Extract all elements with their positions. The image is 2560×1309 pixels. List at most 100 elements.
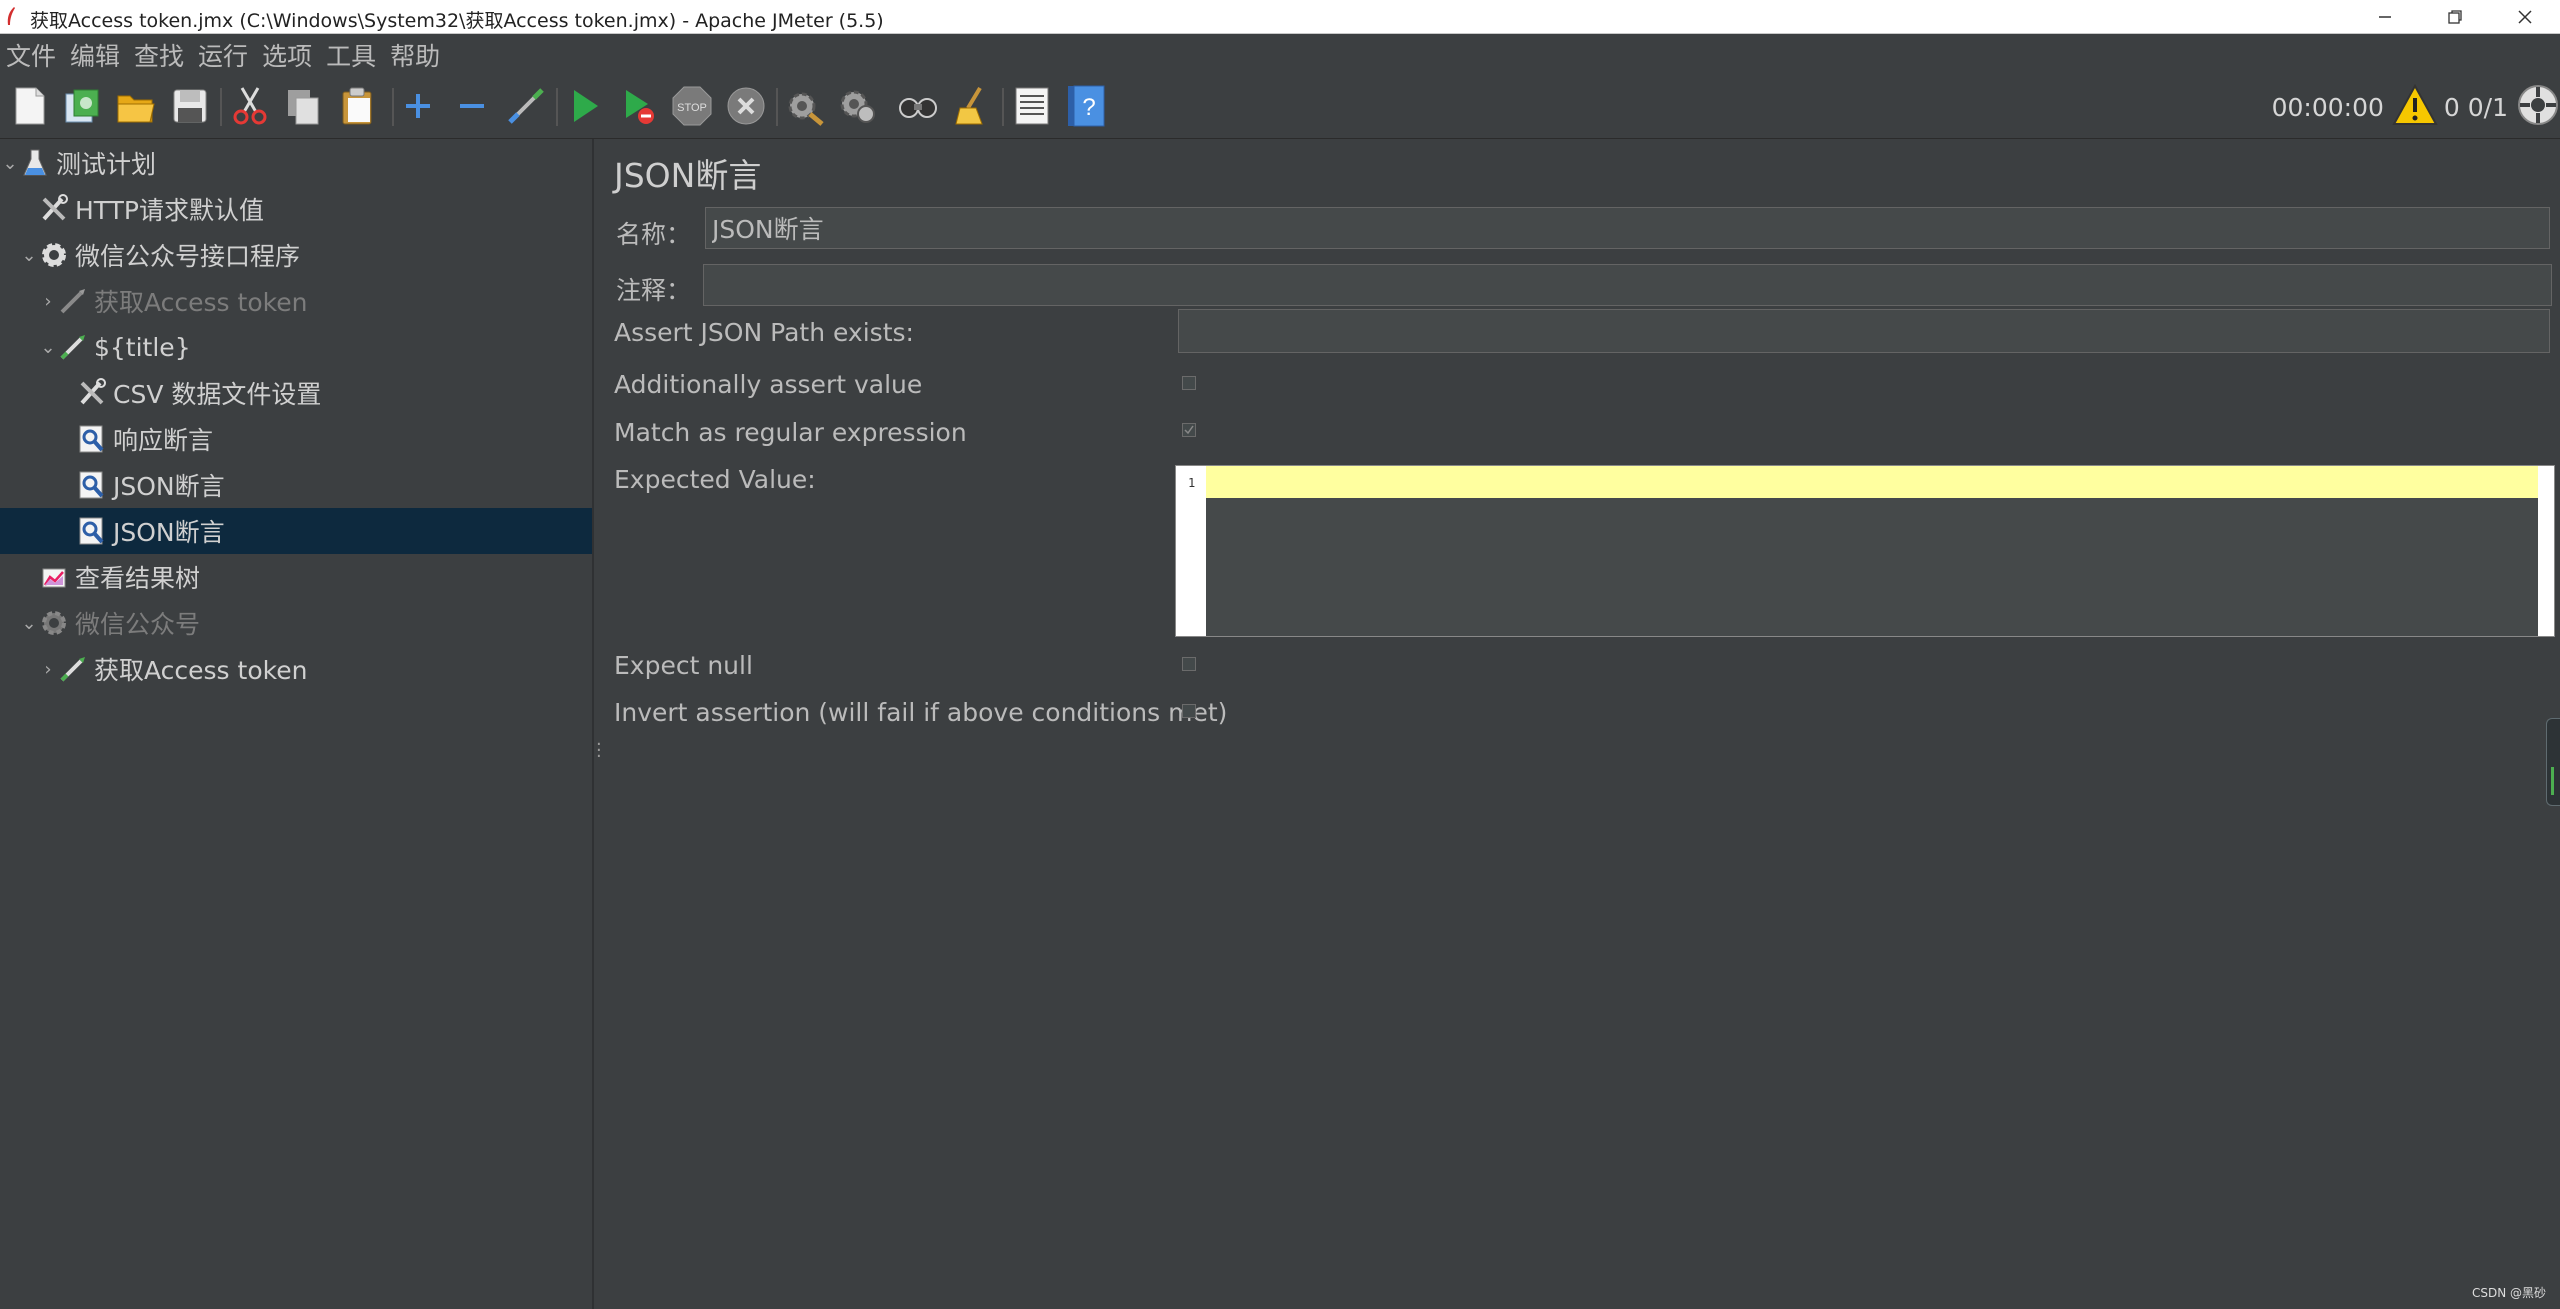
tree-node-label: 响应断言 <box>113 426 214 455</box>
svg-text:?: ? <box>1082 94 1095 121</box>
help-button[interactable]: ? <box>1062 82 1110 130</box>
function-helper-icon <box>1015 87 1049 125</box>
test-plan-icon <box>18 146 52 180</box>
clear-icon <box>788 92 824 126</box>
tree-node[interactable]: › 获取Access token <box>0 278 592 324</box>
menu-options[interactable]: 选项 <box>255 37 319 73</box>
search-button[interactable] <box>894 82 942 130</box>
panel-splitter[interactable]: · · · <box>596 736 602 766</box>
collapse-all-button[interactable] <box>448 82 496 130</box>
comment-label: 注释： <box>616 276 692 305</box>
tree-chevron[interactable]: ⌄ <box>2 153 18 174</box>
reset-search-icon <box>955 86 983 125</box>
jmeter-feather-icon <box>7 7 15 25</box>
side-log-toggle[interactable] <box>2546 718 2560 806</box>
config-element-icon <box>37 192 71 226</box>
tree-chevron[interactable]: ⌄ <box>40 337 56 358</box>
menu-tools[interactable]: 工具 <box>319 37 383 73</box>
toggle-icon <box>508 88 544 124</box>
log-level-indicator <box>2551 767 2554 795</box>
menu-edit[interactable]: 编辑 <box>63 37 127 73</box>
menu-search[interactable]: 查找 <box>127 37 191 73</box>
open-icon <box>117 95 155 123</box>
start-no-pauses-button[interactable] <box>614 82 662 130</box>
close-button[interactable] <box>2490 0 2560 33</box>
clear-all-button[interactable] <box>834 82 882 130</box>
window-title-bar: 获取Access token.jmx (C:\Windows\System32\… <box>0 0 2560 34</box>
tree-node[interactable]: 响应断言 <box>0 416 592 462</box>
assertion-icon <box>75 468 109 502</box>
comment-input[interactable] <box>703 264 2552 306</box>
reset-search-button[interactable] <box>948 82 996 130</box>
expect-null-label: Expect null <box>614 651 753 680</box>
match-regex-checkbox[interactable] <box>1182 423 1196 437</box>
menu-file[interactable]: 文件 <box>0 37 63 73</box>
start-button[interactable] <box>560 82 608 130</box>
cut-button[interactable] <box>226 82 274 130</box>
invert-assertion-checkbox[interactable] <box>1182 704 1196 718</box>
stop-icon: STOP <box>672 86 712 126</box>
expand-all-button[interactable] <box>394 82 442 130</box>
tree-node-label: HTTP请求默认值 <box>75 196 264 225</box>
warning-icon[interactable] <box>2392 83 2438 130</box>
tree-chevron[interactable]: ⌄ <box>21 613 37 634</box>
tree-node[interactable]: ⌄ 微信公众号 <box>0 600 592 646</box>
tree-node[interactable]: 查看结果树 <box>0 554 592 600</box>
json-path-input[interactable] <box>1178 309 2550 353</box>
paste-button[interactable] <box>334 82 382 130</box>
tree-node[interactable]: JSON断言 <box>0 508 592 554</box>
tree-node[interactable]: CSV 数据文件设置 <box>0 370 592 416</box>
copy-button[interactable] <box>280 82 328 130</box>
tree-node[interactable]: › 获取Access token <box>0 646 592 692</box>
toolbar-separator <box>1002 88 1004 126</box>
name-input[interactable] <box>705 207 2550 249</box>
thread-group-icon <box>37 238 71 272</box>
tree-chevron[interactable]: › <box>40 659 56 680</box>
templates-icon <box>65 89 99 123</box>
additionally-assert-checkbox[interactable] <box>1182 376 1196 390</box>
start-icon <box>574 90 598 122</box>
expect-null-checkbox[interactable] <box>1182 657 1196 671</box>
clear-button[interactable] <box>780 82 828 130</box>
invert-assertion-label: Invert assertion (will fail if above con… <box>614 698 1228 727</box>
new-icon <box>15 87 45 125</box>
function-helper-button[interactable] <box>1008 82 1056 130</box>
config-element-icon <box>75 376 109 410</box>
tree-chevron[interactable]: ⌄ <box>21 245 37 266</box>
editor-scrollbar[interactable] <box>2538 466 2554 636</box>
match-regex-label: Match as regular expression <box>614 418 967 447</box>
new-button[interactable] <box>6 82 54 130</box>
tree-node[interactable]: JSON断言 <box>0 462 592 508</box>
tree-node-label: 微信公众号 <box>75 610 201 639</box>
paste-icon <box>342 87 372 125</box>
json-assertion-panel: JSON断言 名称： 注释： Assert JSON Path exists: … <box>603 139 2560 1309</box>
listener-icon <box>37 560 71 594</box>
minimize-button[interactable] <box>2350 0 2420 33</box>
name-label: 名称： <box>616 220 692 249</box>
tree-node[interactable]: ⌄ 测试计划 <box>0 140 592 186</box>
toggle-button[interactable] <box>502 82 550 130</box>
save-icon <box>173 89 207 123</box>
editor-text-area[interactable] <box>1206 466 2538 636</box>
menu-help[interactable]: 帮助 <box>383 37 447 73</box>
json-path-label: Assert JSON Path exists: <box>614 318 914 347</box>
sampler-icon <box>56 652 90 686</box>
help-icon: ? <box>1068 85 1105 127</box>
restore-button[interactable] <box>2420 0 2490 33</box>
expected-value-label: Expected Value: <box>614 465 816 494</box>
shutdown-button[interactable] <box>722 82 770 130</box>
open-button[interactable] <box>112 82 160 130</box>
save-button[interactable] <box>166 82 214 130</box>
stop-button[interactable]: STOP <box>668 82 716 130</box>
tree-node[interactable]: ⌄ 微信公众号接口程序 <box>0 232 592 278</box>
tree-node[interactable]: HTTP请求默认值 <box>0 186 592 232</box>
cut-icon <box>233 87 267 125</box>
sampler-icon <box>56 330 90 364</box>
templates-button[interactable] <box>58 82 106 130</box>
tree-node[interactable]: ⌄ ${title} <box>0 324 592 370</box>
expected-value-editor[interactable]: 1 <box>1175 465 2555 637</box>
line-number: 1 <box>1188 476 1196 490</box>
menu-run[interactable]: 运行 <box>191 37 255 73</box>
tree-chevron[interactable]: › <box>40 291 56 312</box>
tree-node-label: 查看结果树 <box>75 564 201 593</box>
